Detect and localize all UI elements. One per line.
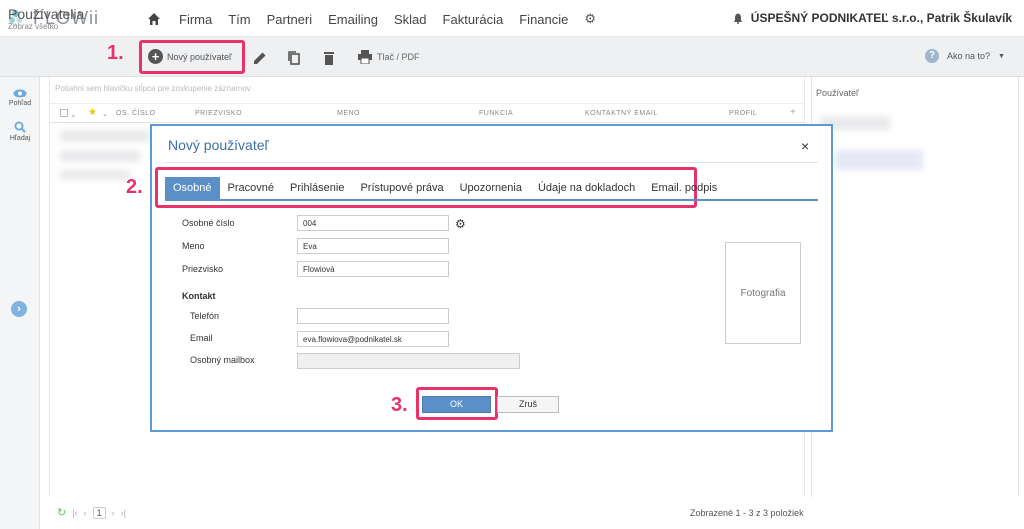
step-2-marker: 2.	[126, 176, 143, 198]
page-title: Používatelia	[8, 6, 85, 22]
tab-email-podpis[interactable]: Email. podpis	[643, 177, 725, 199]
email-input[interactable]	[297, 331, 449, 347]
nav-item-tim[interactable]: Tím	[228, 12, 250, 27]
add-column-icon[interactable]: +	[790, 107, 796, 118]
item-count: Zobrazené 1 - 3 z 3 položiek	[690, 508, 804, 518]
refresh-icon[interactable]: ↻	[57, 506, 66, 519]
select-all-checkbox[interactable]: ⌄	[60, 109, 77, 119]
sidebar-view-label: Pohľad	[8, 100, 32, 107]
blurred-detail	[835, 150, 923, 170]
table-header: ⌄ ★ ⌄ OS. ČÍSLO PRIEZVISKO MENO FUNKCIA …	[50, 103, 804, 123]
home-icon[interactable]	[147, 12, 161, 26]
help-label: Ako na to?	[947, 51, 991, 61]
delete-trash-icon[interactable]	[321, 50, 337, 66]
col-funkcia[interactable]: FUNKCIA	[479, 110, 513, 117]
last-name-input[interactable]	[297, 261, 449, 277]
nav-item-emailing[interactable]: Emailing	[328, 12, 378, 27]
settings-gear-icon[interactable]: ⚙	[584, 11, 596, 27]
prev-page-icon[interactable]: ‹	[84, 508, 87, 518]
search-icon	[14, 121, 26, 133]
settings-gear-icon[interactable]: ⚙	[455, 217, 466, 231]
main-nav: Firma Tím Partneri Emailing Sklad Faktur…	[147, 11, 596, 27]
last-name-label: Priezvisko	[182, 264, 224, 274]
close-icon[interactable]: ×	[801, 138, 809, 154]
tab-pristupove-prava[interactable]: Prístupové práva	[352, 177, 451, 199]
print-label: Tlač / PDF	[377, 52, 420, 62]
first-name-input[interactable]	[297, 238, 449, 254]
sidebar-item-view[interactable]: Pohľad	[0, 89, 40, 107]
col-kontaktny-email[interactable]: KONTAKTNÝ EMAIL	[585, 110, 658, 117]
contact-heading: Kontakt	[182, 291, 216, 301]
favorite-star-icon[interactable]: ★	[88, 107, 97, 118]
next-page-icon[interactable]: ›	[112, 508, 115, 518]
last-page-icon[interactable]: ›|	[121, 508, 126, 518]
chevron-down-icon[interactable]: ⌄	[102, 110, 108, 118]
user-detail-title: Používateľ	[816, 88, 859, 98]
first-name-label: Meno	[182, 241, 205, 251]
new-user-button[interactable]: + Nový používateľ	[148, 49, 232, 64]
user-detail-panel	[811, 77, 1019, 497]
nav-item-firma[interactable]: Firma	[179, 12, 212, 27]
col-meno[interactable]: MENO	[337, 110, 360, 117]
first-page-icon[interactable]: |‹	[72, 508, 77, 518]
tab-upozornenia[interactable]: Upozornenia	[452, 177, 530, 199]
tab-udaje-na-dokladoch[interactable]: Údaje na dokladoch	[530, 177, 643, 199]
nav-item-fakturacia[interactable]: Fakturácia	[443, 12, 504, 27]
personal-number-label: Osobné číslo	[182, 218, 235, 228]
tabs-underline	[165, 199, 818, 201]
step-1-marker: 1.	[107, 42, 124, 64]
blurred-row	[60, 170, 130, 180]
cancel-button[interactable]: Zruš	[497, 396, 559, 413]
page-filter-subtitle[interactable]: Zobraz všetko	[8, 22, 58, 31]
nav-item-partneri[interactable]: Partneri	[267, 12, 313, 27]
new-user-label: Nový používateľ	[167, 51, 232, 62]
step-3-marker: 3.	[391, 394, 408, 416]
dialog-tabs: Osobné Pracovné Prihlásenie Prístupové p…	[165, 177, 725, 199]
group-by-hint: Potiahni sem hlavičku stĺpca pre zoskupe…	[55, 84, 251, 93]
nav-item-financie[interactable]: Financie	[519, 12, 568, 27]
email-label: Email	[190, 333, 213, 343]
mailbox-label: Osobný mailbox	[190, 355, 255, 365]
phone-input[interactable]	[297, 308, 449, 324]
dialog-title: Nový používateľ	[168, 137, 269, 153]
eye-icon	[13, 89, 27, 98]
company-name: ÚSPEŠNÝ PODNIKATEĽ s.r.o., Patrik Škulav…	[750, 11, 1012, 25]
tab-prihlasenie[interactable]: Prihlásenie	[282, 177, 352, 199]
photo-upload[interactable]: Fotografia	[725, 242, 801, 344]
personal-number-input[interactable]	[297, 215, 449, 231]
chevron-down-icon: ▼	[998, 52, 1005, 60]
mailbox-input[interactable]	[297, 353, 520, 369]
divider	[164, 162, 818, 163]
tab-pracovne[interactable]: Pracovné	[220, 177, 282, 199]
help-question-icon: ?	[925, 49, 939, 63]
expand-sidebar-chevron-icon[interactable]: ›	[11, 301, 27, 317]
sidebar-item-search[interactable]: Hľadaj	[0, 121, 40, 142]
pager: ↻ |‹ ‹ 1 › ›|	[57, 506, 126, 519]
current-page[interactable]: 1	[92, 506, 106, 519]
plus-circle-icon: +	[148, 49, 163, 64]
phone-label: Telefón	[190, 311, 220, 321]
sidebar-search-label: Hľadaj	[9, 135, 31, 142]
copy-icon[interactable]	[286, 50, 302, 66]
blurred-row	[60, 150, 140, 162]
col-os-cislo[interactable]: OS. ČÍSLO	[116, 110, 156, 117]
print-pdf-button[interactable]: Tlač / PDF	[357, 50, 420, 64]
tab-osobne[interactable]: Osobné	[165, 177, 220, 199]
edit-pencil-icon[interactable]	[252, 50, 268, 66]
blurred-row	[60, 130, 150, 142]
printer-icon	[358, 50, 372, 64]
col-profil[interactable]: PROFIL	[729, 110, 757, 117]
help-dropdown[interactable]: ? Ako na to? ▼	[925, 49, 1005, 63]
bell-icon[interactable]	[733, 13, 743, 24]
top-navbar: FLOWii Firma Tím Partneri Emailing Sklad…	[0, 0, 1024, 37]
col-priezvisko[interactable]: PRIEZVISKO	[195, 110, 242, 117]
company-account[interactable]: ÚSPEŠNÝ PODNIKATEĽ s.r.o., Patrik Škulav…	[733, 11, 1012, 25]
ok-button[interactable]: OK	[422, 396, 491, 413]
nav-item-sklad[interactable]: Sklad	[394, 12, 427, 27]
